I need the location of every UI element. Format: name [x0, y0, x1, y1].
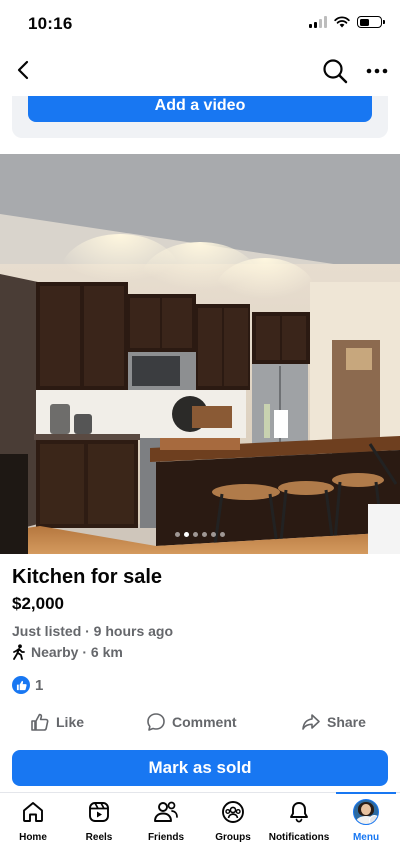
listing-title: Kitchen for sale: [12, 566, 163, 588]
walking-person-icon: [13, 644, 25, 660]
battery-icon: [357, 16, 385, 28]
listing-distance: Nearby · 6 km: [12, 644, 123, 660]
reactions-summary[interactable]: 1: [12, 676, 43, 694]
add-video-button[interactable]: Add a video: [28, 96, 372, 122]
bottom-tab-bar: Home Reels Friends Groups Notifications …: [0, 792, 400, 866]
tab-label-friends: Friends: [147, 832, 185, 843]
battery-level: [359, 18, 369, 26]
tab-label-reels: Reels: [85, 832, 113, 843]
comment-bubble-icon: [147, 713, 165, 731]
tab-menu[interactable]: Menu: [333, 799, 399, 843]
carousel-dot: [220, 531, 225, 537]
wifi-icon: [334, 16, 350, 28]
status-icons: [309, 16, 385, 28]
tab-groups[interactable]: Groups: [200, 799, 266, 843]
carousel-dot: [211, 531, 216, 537]
carousel-dot: [184, 531, 189, 537]
reaction-count: 1: [35, 676, 44, 694]
more-options-icon[interactable]: [366, 60, 388, 82]
comment-button[interactable]: Comment: [146, 712, 237, 732]
avatar: [353, 799, 379, 825]
back-chevron-icon[interactable]: [12, 58, 36, 82]
like-button[interactable]: Like: [30, 712, 84, 732]
tab-label-menu: Menu: [352, 832, 380, 843]
carousel-dot: [193, 531, 198, 537]
share-label: Share: [327, 714, 366, 730]
groups-icon: [220, 799, 246, 825]
status-time: 10:16: [28, 14, 73, 33]
share-button[interactable]: Share: [301, 712, 366, 732]
distance-text: Nearby · 6 km: [31, 644, 123, 660]
mark-as-sold-button[interactable]: Mark as sold: [12, 750, 388, 786]
carousel-dot: [202, 531, 207, 537]
like-reaction-icon: [12, 676, 30, 694]
carousel-dot: [175, 531, 180, 537]
home-icon: [20, 799, 46, 825]
bell-icon: [286, 799, 312, 825]
listing-meta: Just listed · 9 hours ago: [12, 623, 174, 639]
menu-badge-icon: [369, 815, 378, 824]
nav-header: [0, 46, 400, 98]
kitchen-photo-illustration: [0, 154, 400, 554]
action-row: Like Comment Share: [0, 706, 400, 740]
comment-label: Comment: [172, 714, 237, 730]
listing-price: $2,000: [12, 594, 64, 613]
carousel-indicator[interactable]: [166, 526, 234, 542]
tab-notifications[interactable]: Notifications: [266, 799, 332, 843]
tab-label-notifications: Notifications: [268, 832, 330, 843]
friends-icon: [153, 799, 179, 825]
tab-label-home: Home: [19, 832, 47, 843]
tab-friends[interactable]: Friends: [133, 799, 199, 843]
like-label: Like: [56, 714, 85, 730]
thumbs-up-icon: [31, 713, 49, 731]
cellular-signal-icon: [309, 16, 327, 28]
active-tab-indicator: [336, 792, 396, 794]
listing-photo[interactable]: [0, 154, 400, 554]
status-bar: 10:16: [0, 0, 400, 46]
search-icon[interactable]: [322, 58, 348, 84]
tab-reels[interactable]: Reels: [66, 799, 132, 843]
reels-icon: [86, 799, 112, 825]
share-arrow-icon: [302, 714, 320, 730]
tab-label-groups: Groups: [215, 832, 251, 843]
tab-home[interactable]: Home: [0, 799, 66, 843]
